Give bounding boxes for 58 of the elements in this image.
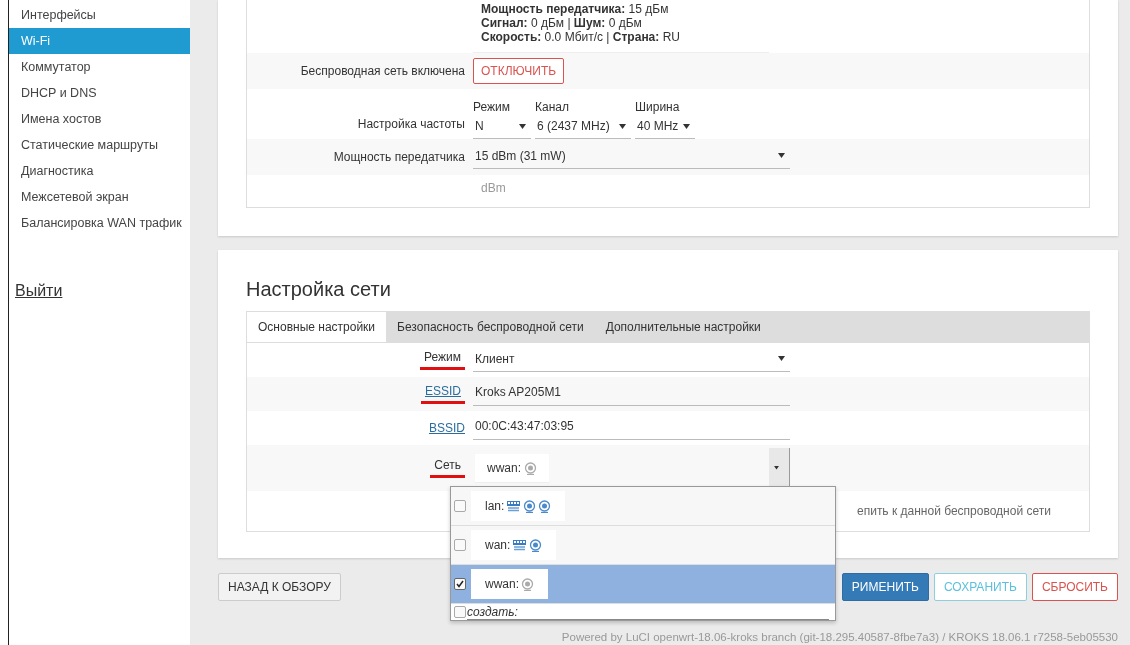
select-field[interactable]: Клиент [473, 348, 790, 372]
field-label-link[interactable]: BSSID [429, 421, 465, 435]
caret-icon [619, 123, 626, 129]
field-description: епить к данной беспроводной сети [857, 504, 1051, 518]
field-label: Режим [420, 350, 465, 370]
create-input[interactable]: создать: [467, 604, 829, 620]
tab[interactable]: Безопасность беспроводной сети [386, 312, 595, 342]
field-label: Настройка частоты [357, 117, 465, 131]
status-line: Скорость: 0.0 Мбит/с | Страна: RU [481, 30, 681, 44]
sidebar-item[interactable]: Межсетевой экран [9, 184, 190, 210]
input-field[interactable]: 00:0C:43:47:03:95 [473, 416, 790, 440]
caret-icon [778, 356, 785, 361]
checkbox[interactable] [454, 578, 466, 590]
field-hint: dBm [480, 180, 507, 197]
field-label: Беспроводная сеть включена [300, 64, 465, 78]
checkmark-icon [456, 580, 464, 588]
caret-icon [778, 153, 785, 158]
back-button[interactable]: НАЗАД К ОБЗОРУ [218, 573, 341, 601]
status-line: Сигнал: 0 дБм | Шум: 0 дБм [481, 16, 643, 30]
tab[interactable]: Основные настройки [247, 312, 387, 342]
logout-link[interactable]: Выйти [15, 282, 63, 300]
sidebar-item[interactable]: Статические маршруты [9, 132, 190, 158]
status-line: Мощность передатчика: 15 дБм [481, 2, 670, 16]
field-label: Мощность передатчика [333, 150, 465, 164]
network-chip: wwan: [475, 454, 549, 482]
reset-button[interactable]: СБРОСИТЬ [1031, 573, 1118, 601]
caret-icon [774, 466, 779, 470]
dropdown-option[interactable]: wan: [451, 526, 835, 565]
sidebar-item[interactable]: Имена хостов [9, 106, 190, 132]
caret-icon [683, 123, 690, 129]
network-chip: wan: [471, 530, 557, 560]
field-label-link[interactable]: ESSID [421, 384, 465, 404]
dropdown-option[interactable]: lan: [451, 487, 835, 526]
caret-icon [519, 123, 526, 129]
checkbox[interactable] [454, 500, 466, 512]
sidebar-item[interactable]: Балансировка WAN трафик [9, 210, 190, 236]
dropdown-option[interactable]: wwan: [451, 565, 835, 604]
select-caption: Ширина [635, 100, 681, 114]
checkbox[interactable] [454, 539, 466, 551]
sidebar-item[interactable]: DHCP и DNS [9, 80, 190, 106]
sidebar-item[interactable]: Коммутатор [9, 54, 190, 80]
sidebar-item[interactable]: Диагностика [9, 158, 190, 184]
apply-button[interactable]: РИМЕНИТЬ [841, 573, 929, 601]
sidebar-item[interactable]: Интерфейсы [9, 2, 190, 28]
section-title: Настройка сети [246, 278, 392, 301]
field-label: Сеть [430, 458, 465, 478]
network-chip: lan: [471, 491, 566, 521]
tab[interactable]: Дополнительные настройки [594, 312, 772, 342]
dropdown-toggle[interactable] [769, 448, 790, 488]
select-field[interactable]: 15 dBm (31 mW) [473, 145, 790, 169]
network-chip: wwan: [471, 569, 548, 599]
select-caption: Режим [473, 100, 511, 114]
checkbox[interactable] [454, 606, 466, 618]
input-field[interactable]: Kroks AP205M1 [473, 382, 790, 406]
disable-button[interactable]: ОТКЛЮЧИТЬ [473, 58, 565, 84]
select-caption: Канал [535, 100, 570, 114]
footer-text: Powered by LuCI openwrt-18.06-kroks branch (git-18.295.40587-8fbe7a3) / KROKS 18.06.1 r7258-5eb05530 [560, 631, 1118, 643]
network-select[interactable]: wwan: [473, 448, 790, 488]
